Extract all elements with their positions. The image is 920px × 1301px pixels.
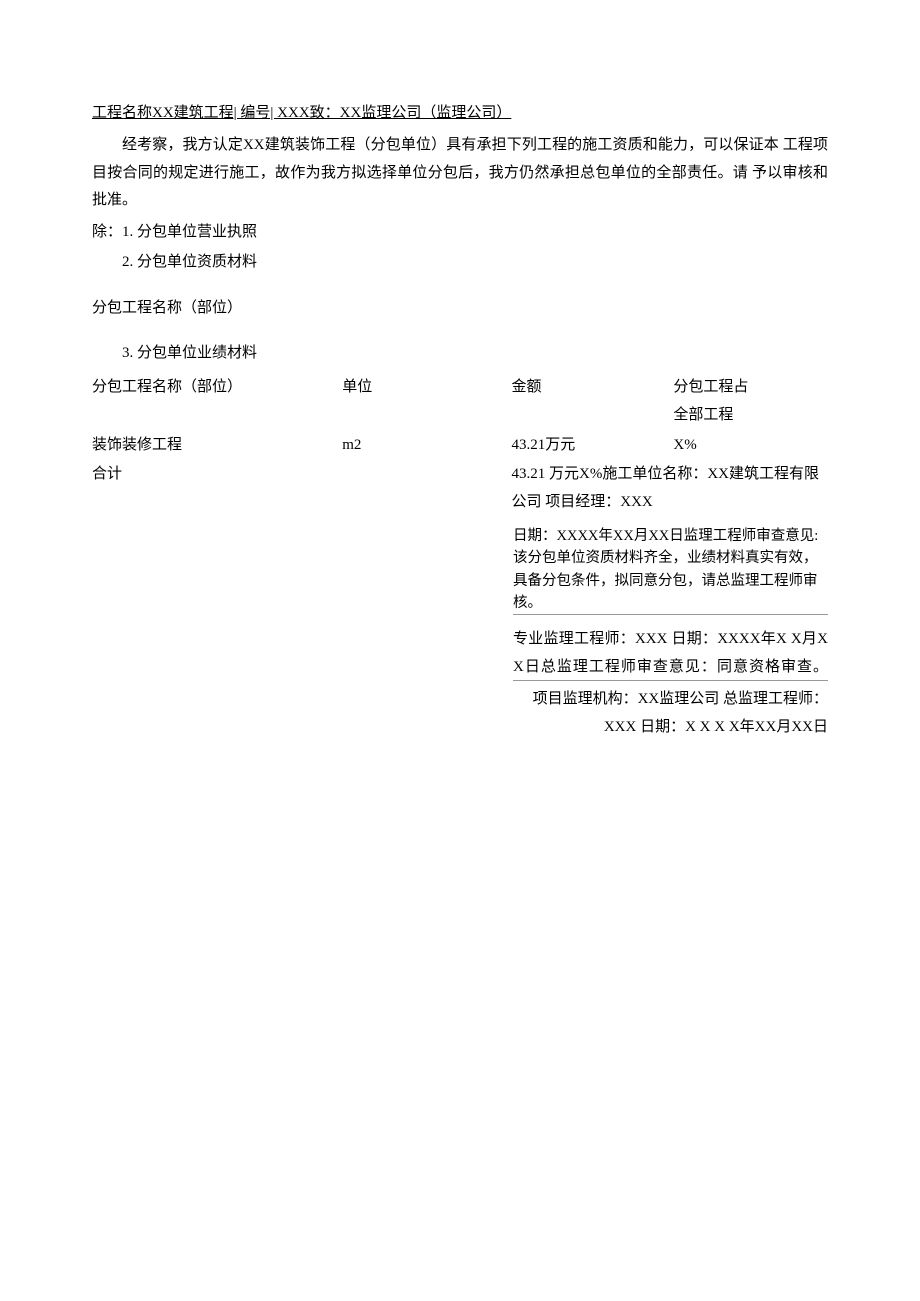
td-total-label: 合计: [92, 461, 512, 489]
td-unit: m2: [342, 432, 511, 460]
right-block-1: 日期：XXXX年XX月XX日监理工程师审查意见: 该分包单位资质材料齐全，业绩材…: [92, 525, 828, 742]
table-total-row: 合计 43.21 万元X%施工单位名称：XX建筑工程有限公司 项目经理：XXX: [92, 461, 828, 517]
th-pct: 分包工程占 全部工程: [673, 374, 828, 430]
th-pct-line2: 全部工程: [673, 402, 828, 430]
th-pct-line1: 分包工程占: [673, 374, 828, 402]
sub-table: 分包工程名称（部位） 单位 金额 分包工程占 全部工程 装饰装修工程 m2 43…: [92, 374, 828, 517]
table-header-row: 分包工程名称（部位） 单位 金额 分包工程占 全部工程: [92, 374, 828, 430]
list-item-2: 2. 分包单位资质材料: [92, 249, 828, 277]
th-name: 分包工程名称（部位）: [92, 374, 342, 402]
header-text: 工程名称XX建筑工程| 编号| XXX致：XX监理公司（监理公司）: [92, 105, 511, 121]
body-paragraph: 经考察，我方认定XX建筑装饰工程（分包单位）具有承担下列工程的施工资质和能力，可…: [92, 132, 828, 215]
review-opinion-1: 日期：XXXX年XX月XX日监理工程师审查意见: 该分包单位资质材料齐全，业绩材…: [513, 525, 828, 615]
table-data-row: 装饰装修工程 m2 43.21万元 X%: [92, 432, 828, 460]
td-pct: X%: [673, 432, 828, 460]
divider-1: [513, 614, 828, 615]
review-opinion-2: 专业监理工程师：XXX 日期：XXXX年X X月X X日总监理工程师审查意见：同…: [513, 625, 828, 682]
td-name: 装饰装修工程: [92, 432, 342, 460]
review-opinion-3: 项目监理机构：XX监理公司 总监理工程师：XXX 日期：X X X X年XX月X…: [513, 685, 828, 742]
th-unit: 单位: [342, 374, 511, 402]
list-item-3: 3. 分包单位业绩材料: [92, 340, 828, 368]
except-line: 除：1. 分包单位营业执照: [92, 219, 828, 247]
section-label: 分包工程名称（部位）: [92, 295, 828, 323]
td-total-right: 43.21 万元X%施工单位名称：XX建筑工程有限公司 项目经理：XXX: [512, 461, 828, 517]
th-amount: 金额: [512, 374, 674, 402]
td-amount: 43.21万元: [512, 432, 674, 460]
header-line: 工程名称XX建筑工程| 编号| XXX致：XX监理公司（监理公司）: [92, 100, 828, 128]
